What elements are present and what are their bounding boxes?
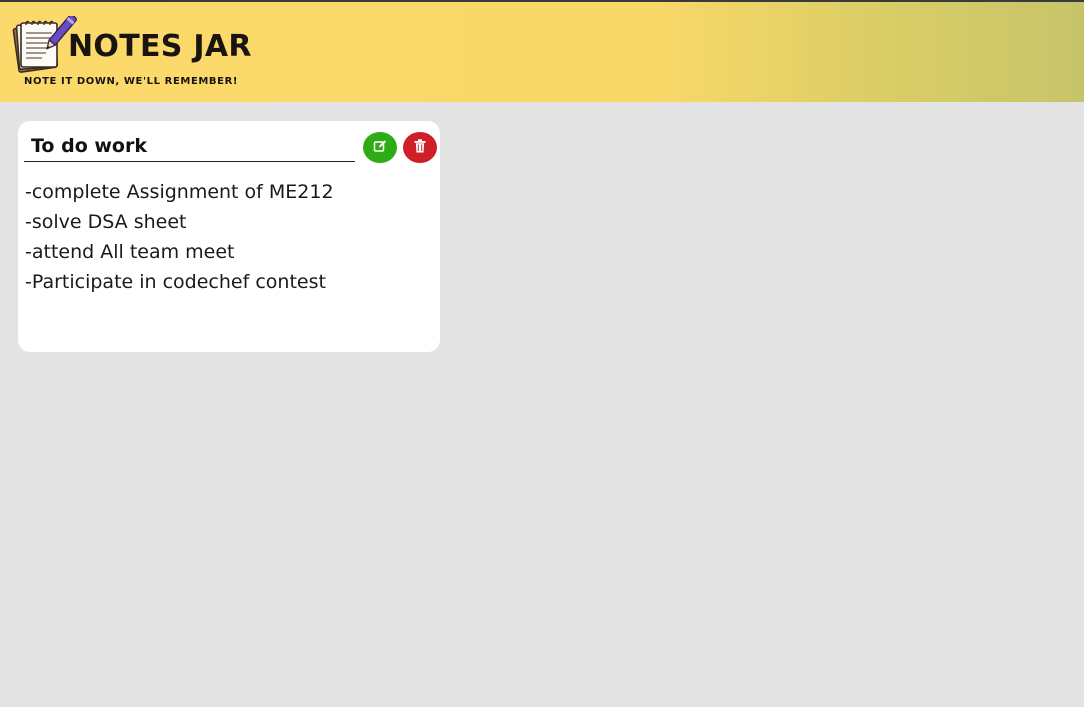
edit-button[interactable] [363, 132, 397, 163]
note-line: -solve DSA sheet [25, 211, 187, 233]
edit-icon [373, 138, 387, 157]
note-card: To do work -complete Assignment of ME212… [18, 121, 440, 352]
note-line: -attend All team meet [25, 241, 235, 263]
brand-tagline: NOTE IT DOWN, WE'LL REMEMBER! [24, 76, 239, 87]
note-title[interactable]: To do work [24, 130, 355, 162]
brand-title: NOTES JAR [68, 29, 252, 64]
app-header: NOTES JAR NOTE IT DOWN, WE'LL REMEMBER! [0, 2, 1084, 102]
note-body[interactable]: -complete Assignment of ME212 -solve DSA… [25, 177, 430, 297]
note-line: -complete Assignment of ME212 [25, 181, 334, 203]
trash-icon [414, 138, 426, 157]
note-line: -Participate in codechef contest [25, 271, 326, 293]
delete-button[interactable] [403, 132, 437, 163]
